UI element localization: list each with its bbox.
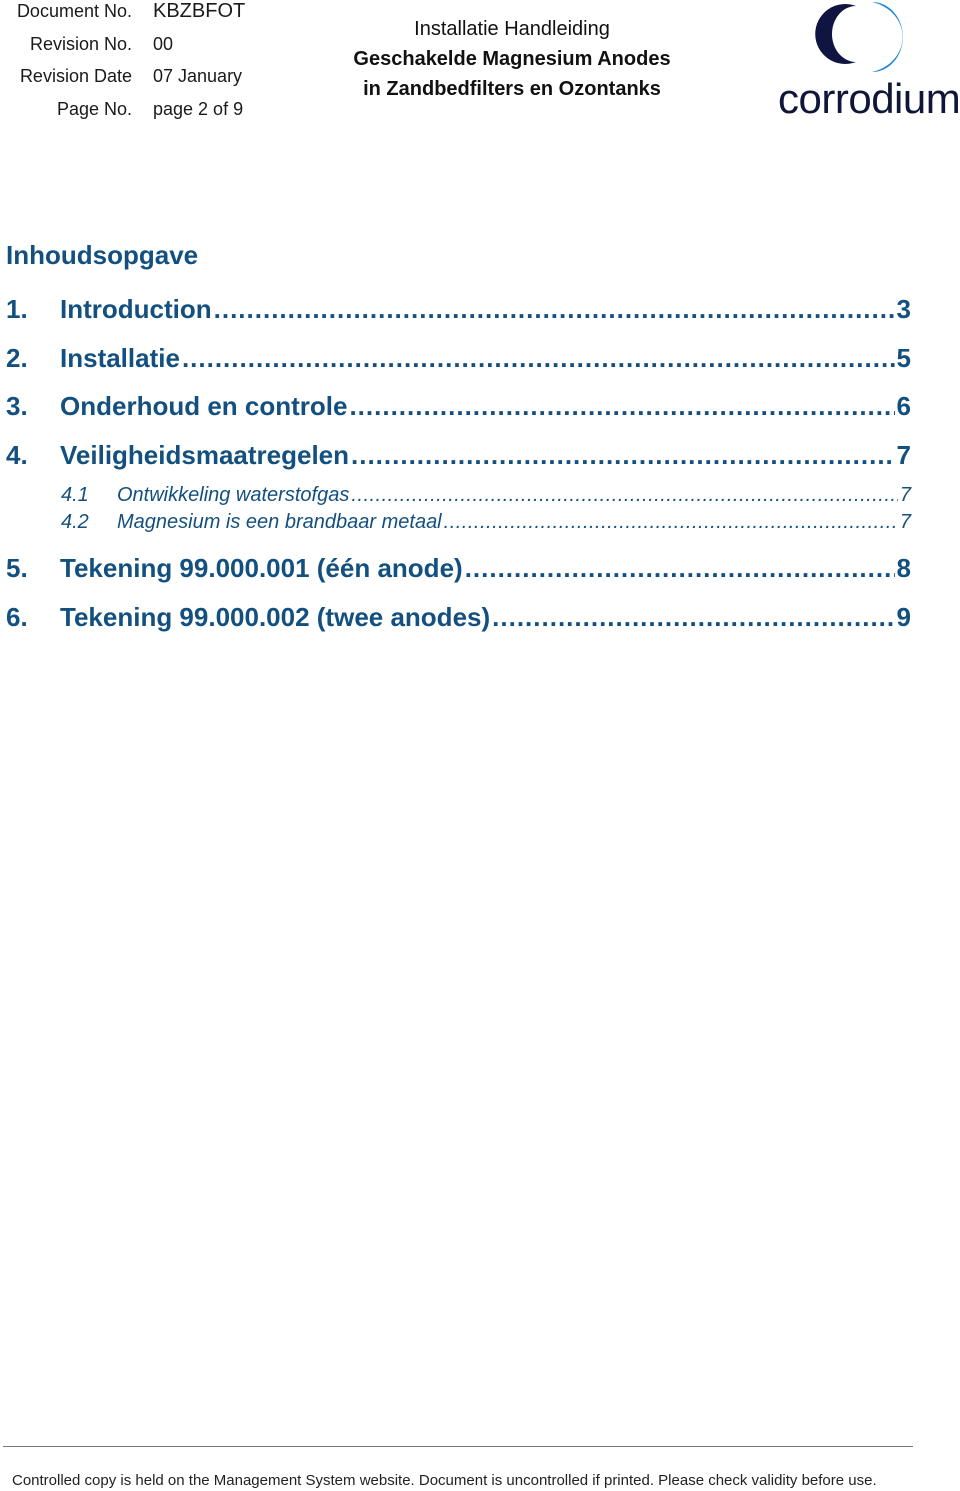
toc-entry[interactable]: 2. Installatie 5 [6,343,911,377]
footer-divider [3,1446,913,1447]
toc-entry-text[interactable]: Magnesium is een brandbaar metaal [117,511,442,534]
toc-entry-text[interactable]: Tekening 99.000.002 (twee anodes) [60,602,490,633]
toc-title: Inhoudsopgave [6,240,199,270]
toc-entry[interactable]: 3. Onderhoud en controle 6 [6,391,911,425]
toc-entry[interactable]: 5. Tekening 99.000.001 (één anode) 8 [6,553,911,587]
toc-entry-text[interactable]: Veiligheidsmaatregelen [60,440,349,471]
toc-entry-page[interactable]: 7 [900,511,911,534]
toc-entry-page[interactable]: 3 [897,294,911,325]
meta-label: Page No. [56,99,132,119]
toc-entry-text[interactable]: Tekening 99.000.001 (één anode) [60,553,463,584]
toc-entry[interactable]: 4.2 Magnesium is een brandbaar metaal 7 [6,511,911,537]
meta-value: page 2 of 9 [153,99,244,119]
document-title: Installatie Handleiding Geschakelde Magn… [312,14,712,104]
toc-entry-page[interactable]: 7 [897,440,911,471]
meta-row-revision-date: Revision Date 07 January [0,66,270,96]
toc-entry-number: 4.2 [61,511,89,533]
crescent-moon-logo-icon [815,2,903,72]
meta-value: 07 January [153,66,243,86]
title-line-product: Geschakelde Magnesium Anodes [353,48,671,70]
logo-wordmark: corrodium [778,75,960,122]
toc-entry-text[interactable]: Installatie [60,343,180,374]
toc-entry-page[interactable]: 6 [897,391,911,422]
toc-leader-dots [351,440,895,471]
toc-entry-text[interactable]: Onderhoud en controle [60,391,347,422]
meta-row-document-no: Document No. KBZBFOT [0,0,270,31]
toc-entry-text[interactable]: Ontwikkeling waterstofgas [117,484,349,507]
toc-entry-page[interactable]: 8 [897,553,911,584]
dark-crescent-shape [815,4,856,64]
toc-entry-number: 3. [6,391,28,421]
toc-entry-number: 1. [6,294,28,324]
toc-entry[interactable]: 6. Tekening 99.000.002 (twee anodes) 9 [6,602,911,636]
footer-disclaimer: Controlled copy is held on the Managemen… [12,1472,877,1489]
toc-entry-number: 4.1 [61,484,89,506]
toc-entry[interactable]: 1. Introduction 3 [6,294,911,328]
toc-leader-dots [351,484,898,507]
title-line-subject: Installatie Handleiding [414,18,610,40]
meta-value: 00 [153,34,174,54]
light-crescent-shape [872,2,903,72]
toc-leader-dots [214,294,895,325]
meta-label: Document No. [16,1,132,21]
toc-entry-number: 5. [6,553,28,583]
meta-row-revision-no: Revision No. 00 [0,34,270,64]
toc-entry-page[interactable]: 5 [897,343,911,374]
toc-leader-dots [465,553,895,584]
meta-value: KBZBFOT [153,0,246,22]
corrodium-logo: corrodium [778,0,960,125]
toc-entry[interactable]: 4.1 Ontwikkeling waterstofgas 7 [6,484,911,510]
meta-label: Revision No. [29,34,132,54]
toc-entry-page[interactable]: 7 [900,484,911,507]
meta-row-page-no: Page No. page 2 of 9 [0,99,270,129]
toc-leader-dots [182,343,895,374]
meta-label: Revision Date [19,66,132,86]
toc-entry-text[interactable]: Introduction [60,294,212,325]
title-line-application: in Zandbedfilters en Ozontanks [363,78,661,100]
toc-leader-dots [444,511,898,534]
toc-leader-dots [349,391,894,422]
toc-entry-number: 6. [6,602,28,632]
toc-entry[interactable]: 4. Veiligheidsmaatregelen 7 [6,440,911,474]
toc-entry-number: 2. [6,343,28,373]
toc-entry-number: 4. [6,440,28,470]
toc-entry-page[interactable]: 9 [897,602,911,633]
toc-leader-dots [492,602,894,633]
